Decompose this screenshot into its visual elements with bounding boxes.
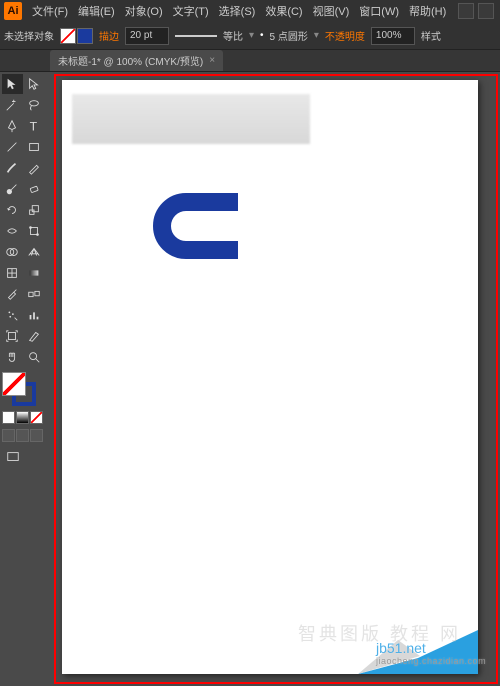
watermark-sub: jiaocheng.chazidian.com bbox=[376, 656, 474, 666]
document-tab-title: 未标题-1* @ 100% (CMYK/预览) bbox=[58, 53, 203, 68]
eraser-tool[interactable] bbox=[24, 179, 45, 199]
watermark-site: jb51.net jiaocheng.chazidian.com bbox=[376, 640, 474, 666]
gradient-mode-icon[interactable] bbox=[16, 411, 29, 424]
menu-bar: Ai 文件(F) 编辑(E) 对象(O) 文字(T) 选择(S) 效果(C) 视… bbox=[0, 0, 500, 22]
fill-stroke-indicator[interactable] bbox=[2, 372, 36, 406]
stroke-swatch-icon[interactable] bbox=[77, 28, 93, 44]
no-selection-label: 未选择对象 bbox=[4, 28, 54, 43]
rotate-tool[interactable] bbox=[2, 200, 23, 220]
workspace: T bbox=[0, 72, 500, 686]
rectangle-tool[interactable] bbox=[24, 137, 45, 157]
opacity-label[interactable]: 不透明度 bbox=[325, 28, 365, 43]
canvas-path-c-shape[interactable] bbox=[152, 192, 244, 265]
menu-file[interactable]: 文件(F) bbox=[28, 1, 72, 21]
width-tool[interactable] bbox=[2, 221, 23, 241]
column-graph-tool[interactable] bbox=[24, 305, 45, 325]
menu-edit[interactable]: 编辑(E) bbox=[74, 1, 119, 21]
svg-text:T: T bbox=[29, 119, 37, 133]
free-transform-tool[interactable] bbox=[24, 221, 45, 241]
app-logo-icon: Ai bbox=[4, 2, 22, 20]
menu-help[interactable]: 帮助(H) bbox=[405, 1, 450, 21]
menubar-extras bbox=[458, 3, 500, 19]
blob-brush-tool[interactable] bbox=[2, 179, 23, 199]
close-icon[interactable]: × bbox=[209, 55, 215, 66]
brush-profile-label[interactable]: 5 点圆形 bbox=[270, 28, 308, 43]
menu-type[interactable]: 文字(T) bbox=[169, 1, 213, 21]
canvas-area[interactable]: 智典图版 教程 网 jb51.net jiaocheng.chazidian.c… bbox=[46, 72, 500, 686]
control-bar: 未选择对象 描边 20 pt 等比 ▾ • 5 点圆形 ▾ 不透明度 100% … bbox=[0, 22, 500, 50]
uniform-label[interactable]: 等比 bbox=[223, 28, 243, 43]
style-label[interactable]: 样式 bbox=[421, 28, 441, 43]
arrange-icon[interactable] bbox=[478, 3, 494, 19]
menu-view[interactable]: 视图(V) bbox=[309, 1, 354, 21]
stroke-weight-input[interactable]: 20 pt bbox=[125, 27, 169, 45]
pencil-tool[interactable] bbox=[24, 158, 45, 178]
scale-tool[interactable] bbox=[24, 200, 45, 220]
draw-normal-icon[interactable] bbox=[2, 429, 15, 442]
color-mode-row bbox=[2, 411, 44, 424]
menu-object[interactable]: 对象(O) bbox=[121, 1, 167, 21]
selection-tool[interactable] bbox=[2, 74, 23, 94]
pen-tool[interactable] bbox=[2, 116, 23, 136]
menu-window[interactable]: 窗口(W) bbox=[355, 1, 403, 21]
hand-tool[interactable] bbox=[2, 347, 23, 367]
fill-color-none-icon[interactable] bbox=[2, 372, 26, 396]
line-tool[interactable] bbox=[2, 137, 23, 157]
mesh-tool[interactable] bbox=[2, 263, 23, 283]
eyedropper-tool[interactable] bbox=[2, 284, 23, 304]
screen-mode-button[interactable] bbox=[2, 447, 23, 467]
stroke-label[interactable]: 描边 bbox=[99, 28, 119, 43]
lasso-tool[interactable] bbox=[24, 95, 45, 115]
artboard-tool[interactable] bbox=[2, 326, 23, 346]
layout-icon[interactable] bbox=[458, 3, 474, 19]
shape-builder-tool[interactable] bbox=[2, 242, 23, 262]
menu-select[interactable]: 选择(S) bbox=[215, 1, 260, 21]
artboard[interactable]: 智典图版 教程 网 jb51.net jiaocheng.chazidian.c… bbox=[62, 80, 478, 674]
stroke-style-preview-icon[interactable] bbox=[175, 35, 217, 37]
document-tab-bar: 未标题-1* @ 100% (CMYK/预览) × bbox=[0, 50, 500, 72]
tools-panel: T bbox=[0, 72, 46, 686]
symbol-sprayer-tool[interactable] bbox=[2, 305, 23, 325]
redacted-region bbox=[72, 94, 310, 144]
perspective-grid-tool[interactable] bbox=[24, 242, 45, 262]
magic-wand-tool[interactable] bbox=[2, 95, 23, 115]
document-tab[interactable]: 未标题-1* @ 100% (CMYK/预览) × bbox=[50, 50, 223, 71]
dropdown-icon: ▾ bbox=[249, 30, 254, 41]
fill-stroke-swatches bbox=[60, 28, 93, 44]
direct-selection-tool[interactable] bbox=[24, 74, 45, 94]
zoom-tool[interactable] bbox=[24, 347, 45, 367]
blend-tool[interactable] bbox=[24, 284, 45, 304]
color-mode-icon[interactable] bbox=[2, 411, 15, 424]
none-mode-icon[interactable] bbox=[30, 411, 43, 424]
menu-effect[interactable]: 效果(C) bbox=[261, 1, 306, 21]
draw-behind-icon[interactable] bbox=[16, 429, 29, 442]
opacity-input[interactable]: 100% bbox=[371, 27, 415, 45]
type-tool[interactable]: T bbox=[24, 116, 45, 136]
gradient-tool[interactable] bbox=[24, 263, 45, 283]
slice-tool[interactable] bbox=[24, 326, 45, 346]
dropdown-icon: ▾ bbox=[314, 30, 319, 41]
watermark-corner: 智典图版 教程 网 jb51.net jiaocheng.chazidian.c… bbox=[358, 610, 478, 674]
paintbrush-tool[interactable] bbox=[2, 158, 23, 178]
canvas-viewport: 智典图版 教程 网 jb51.net jiaocheng.chazidian.c… bbox=[54, 74, 498, 684]
draw-mode-row bbox=[2, 429, 44, 442]
fill-swatch-none-icon[interactable] bbox=[60, 28, 76, 44]
watermark-domain: jb51.net bbox=[376, 640, 426, 656]
draw-inside-icon[interactable] bbox=[30, 429, 43, 442]
